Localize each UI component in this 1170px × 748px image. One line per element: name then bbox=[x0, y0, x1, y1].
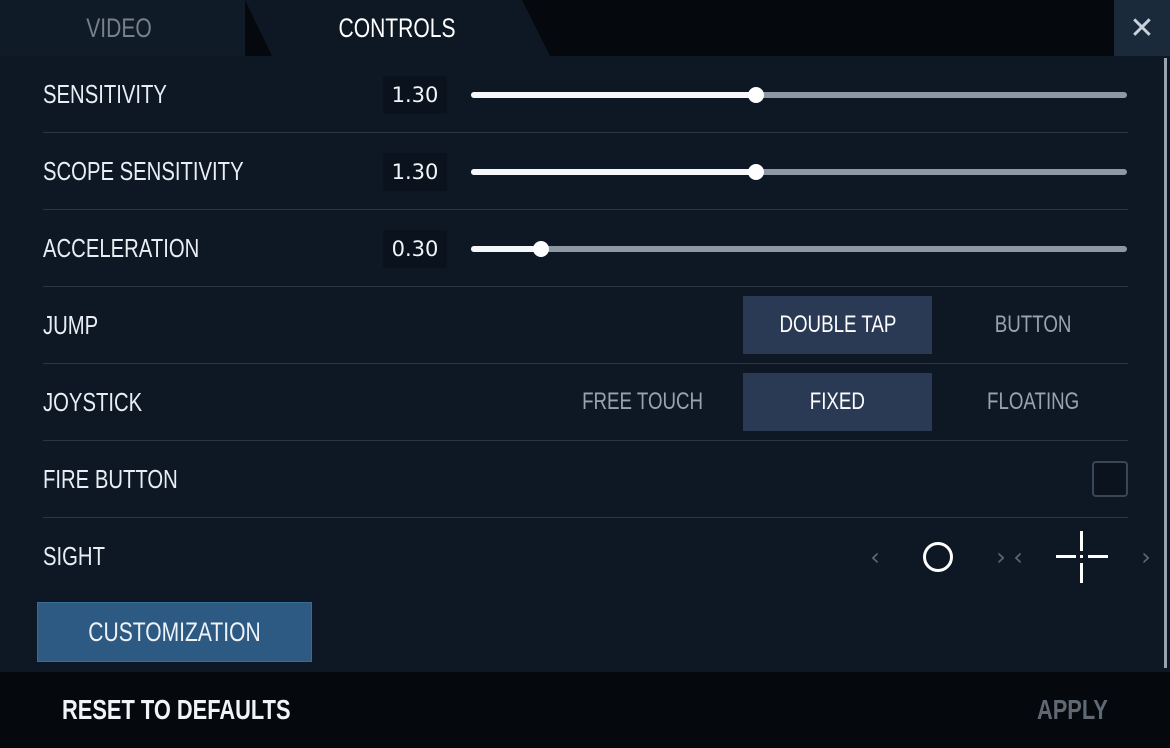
row-label: JOYSTICK bbox=[43, 387, 143, 417]
circle-sight-icon bbox=[923, 541, 953, 572]
scrollbar[interactable] bbox=[1164, 58, 1167, 668]
settings-panel: SENSITIVITY 1.30 SCOPE SENSITIVITY 1.30 … bbox=[0, 56, 1170, 672]
tab-controls[interactable]: CONTROLS bbox=[245, 0, 550, 56]
acceleration-slider[interactable] bbox=[471, 241, 1127, 257]
joystick-option-fixed[interactable]: FIXED bbox=[743, 373, 932, 431]
acceleration-value[interactable]: 0.30 bbox=[383, 230, 447, 268]
chevron-right-icon[interactable]: › bbox=[1134, 543, 1158, 571]
fire-button-checkbox[interactable] bbox=[1092, 461, 1128, 497]
row-jump: JUMP DOUBLE TAP BUTTON bbox=[43, 287, 1128, 364]
tab-video-label: VIDEO bbox=[86, 12, 153, 43]
slider-fill bbox=[471, 92, 757, 98]
row-label: FIRE BUTTON bbox=[43, 464, 178, 494]
row-sight: SIGHT ‹ › ‹ › bbox=[43, 518, 1151, 595]
chevron-left-icon[interactable]: ‹ bbox=[863, 543, 887, 571]
customization-button[interactable]: CUSTOMIZATION bbox=[37, 602, 312, 662]
tab-bar: VIDEO CONTROLS ✕ bbox=[0, 0, 1170, 56]
row-joystick: JOYSTICK FREE TOUCH FIXED FLOATING bbox=[43, 364, 1128, 441]
footer-bar: RESET TO DEFAULTS APPLY bbox=[0, 672, 1170, 748]
row-label: JUMP bbox=[43, 310, 99, 340]
row-label: SENSITIVITY bbox=[43, 79, 167, 109]
apply-button[interactable]: APPLY bbox=[1017, 672, 1108, 748]
row-label: ACCELERATION bbox=[43, 233, 200, 263]
slider-fill bbox=[471, 246, 542, 252]
jump-option-double-tap[interactable]: DOUBLE TAP bbox=[743, 296, 932, 354]
sensitivity-slider[interactable] bbox=[471, 87, 1127, 103]
jump-option-button[interactable]: BUTTON bbox=[938, 296, 1128, 354]
close-button[interactable]: ✕ bbox=[1114, 0, 1170, 56]
row-scope-sensitivity: SCOPE SENSITIVITY 1.30 bbox=[43, 133, 1128, 210]
slider-thumb[interactable] bbox=[533, 241, 550, 257]
reset-to-defaults-button[interactable]: RESET TO DEFAULTS bbox=[62, 672, 355, 748]
sensitivity-value[interactable]: 1.30 bbox=[383, 76, 447, 114]
close-icon: ✕ bbox=[1129, 10, 1155, 46]
crosshair-icon bbox=[1056, 530, 1108, 583]
row-fire-button: FIRE BUTTON bbox=[43, 441, 1128, 518]
row-acceleration: ACCELERATION 0.30 bbox=[43, 210, 1128, 287]
row-sensitivity: SENSITIVITY 1.30 bbox=[43, 56, 1128, 133]
slider-fill bbox=[471, 169, 757, 175]
joystick-option-floating[interactable]: FLOATING bbox=[938, 373, 1128, 431]
sight-selector-secondary: ‹ › bbox=[1006, 518, 1158, 595]
row-label: SCOPE SENSITIVITY bbox=[43, 156, 244, 186]
tab-controls-label: CONTROLS bbox=[338, 12, 457, 43]
chevron-left-icon[interactable]: ‹ bbox=[1006, 543, 1030, 571]
row-label: SIGHT bbox=[43, 541, 105, 571]
scope-sensitivity-slider[interactable] bbox=[471, 164, 1127, 180]
tab-video[interactable]: VIDEO bbox=[0, 0, 245, 56]
slider-track bbox=[471, 246, 1127, 252]
slider-thumb[interactable] bbox=[748, 164, 765, 180]
sight-selector-primary: ‹ › bbox=[863, 518, 1013, 595]
joystick-option-free-touch[interactable]: FREE TOUCH bbox=[548, 373, 737, 431]
slider-thumb[interactable] bbox=[748, 87, 765, 103]
scope-sensitivity-value[interactable]: 1.30 bbox=[383, 153, 447, 191]
